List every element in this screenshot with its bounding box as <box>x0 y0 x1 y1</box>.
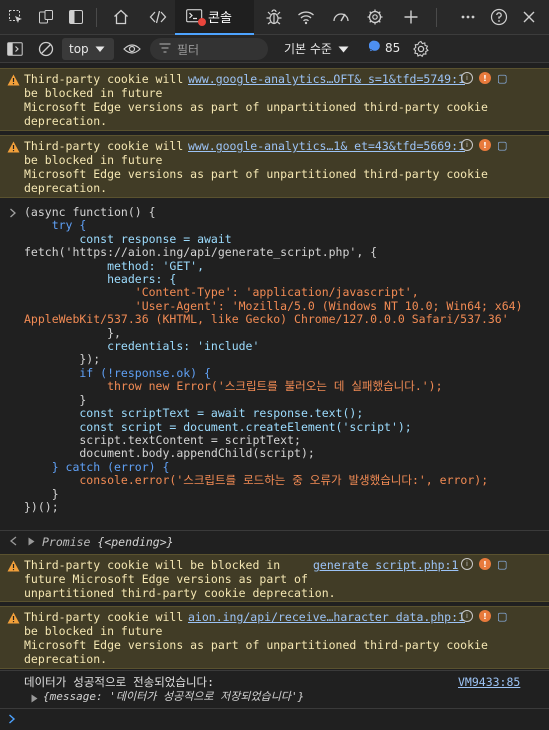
warning-message: Third-party cookie will be blocked in fu… <box>24 558 336 600</box>
reveal-issue-icon[interactable]: i <box>461 558 473 570</box>
log-source-link[interactable]: VM9433:85 <box>458 675 520 689</box>
reveal-issue-icon[interactable]: i <box>461 139 473 151</box>
welcome-home-icon[interactable] <box>111 7 131 27</box>
issues-count: 85 <box>385 40 401 55</box>
console-warning: Third-party cookie will be blocked in fu… <box>0 606 549 669</box>
warning-triangle-icon <box>7 612 20 625</box>
expand-triangle-icon[interactable] <box>31 692 38 706</box>
help-icon[interactable] <box>489 7 509 27</box>
reveal-issue-icon[interactable]: i <box>461 610 473 622</box>
console-icon <box>186 9 206 26</box>
copilot-explain-icon[interactable]: ▢ <box>497 139 509 152</box>
console-output: Third-party cookie will be blocked in fu… <box>0 63 549 730</box>
more-options-icon[interactable] <box>458 7 478 27</box>
chevron-right-icon[interactable] <box>9 207 17 221</box>
result-arrow-icon <box>8 535 18 549</box>
warning-triangle-icon <box>7 560 20 573</box>
elements-code-icon[interactable] <box>148 7 168 27</box>
promise-label[interactable]: Promise {<pending>} <box>42 535 174 549</box>
context-selector-value: top <box>69 42 89 56</box>
close-devtools-icon[interactable] <box>519 7 539 27</box>
warning-triangle-icon <box>7 74 20 87</box>
performance-gauge-icon[interactable] <box>331 7 351 27</box>
ai-explain-icon[interactable]: ! <box>479 72 491 84</box>
tab-console[interactable]: 콘솔 <box>175 0 254 35</box>
console-settings-gear-icon[interactable] <box>411 39 431 59</box>
add-tab-plus-icon[interactable] <box>401 7 421 27</box>
warning-source-link[interactable]: generate script.php:1 <box>313 558 458 572</box>
issues-message-icon <box>368 40 381 55</box>
context-selector[interactable]: top <box>62 38 114 60</box>
code-block: (async function() { try { const response… <box>24 205 523 514</box>
log-level-label: 기본 수준 <box>284 42 332 56</box>
warning-actions: i ! ▢ <box>461 72 509 85</box>
ai-explain-icon[interactable]: ! <box>479 558 491 570</box>
warning-triangle-icon <box>7 141 20 154</box>
console-warning: Third-party cookie will be blocked in fu… <box>0 554 549 602</box>
inspect-element-icon[interactable] <box>6 7 26 27</box>
log-object[interactable]: {message: '데이터가 성공적으로 저장되었습니다'} <box>43 690 304 704</box>
warning-source-link[interactable]: aion.ing/api/receive…haracter data.php:1 <box>188 610 465 624</box>
warning-actions: i ! ▢ <box>461 610 509 623</box>
filter-placeholder: 필터 <box>177 42 200 57</box>
console-log-entry: 데이터가 성공적으로 전송되었습니다: VM9433:85 {message: … <box>0 670 549 707</box>
network-wifi-icon[interactable] <box>296 7 316 27</box>
toggle-sidebar-icon[interactable] <box>66 7 86 27</box>
console-prompt-chevron-icon[interactable] <box>8 713 16 727</box>
ai-explain-icon[interactable]: ! <box>479 610 491 622</box>
clear-console-icon[interactable] <box>36 39 56 59</box>
warning-source-link[interactable]: www.google-analytics…1& et=43&tfd=5669:1 <box>188 139 465 153</box>
chevron-down-icon <box>338 42 349 56</box>
console-warning: Third-party cookie will be blocked in fu… <box>0 135 549 198</box>
warning-source-link[interactable]: www.google-analytics…OFT& s=1&tfd=5749:1 <box>188 72 465 86</box>
chevron-down-icon <box>95 42 105 56</box>
reveal-issue-icon[interactable]: i <box>461 72 473 84</box>
issues-counter[interactable]: 85 <box>368 40 401 55</box>
console-input[interactable] <box>22 709 542 727</box>
copilot-explain-icon[interactable]: ▢ <box>497 72 509 85</box>
device-emulation-icon[interactable] <box>36 7 56 27</box>
show-sidebar-icon[interactable] <box>5 39 25 59</box>
console-result: Promise {<pending>} <box>0 530 549 552</box>
console-toolbar: top 필터 기본 수준 85 <box>0 35 549 63</box>
filter-icon <box>159 42 171 56</box>
warning-actions: i ! ▢ <box>461 558 509 571</box>
warning-actions: i ! ▢ <box>461 139 509 152</box>
expand-triangle-icon[interactable] <box>28 535 35 549</box>
copilot-explain-icon[interactable]: ▢ <box>497 558 509 571</box>
log-message: 데이터가 성공적으로 전송되었습니다: <box>24 675 215 689</box>
ai-explain-icon[interactable]: ! <box>479 139 491 151</box>
console-warning: Third-party cookie will be blocked in fu… <box>0 68 549 131</box>
filter-input[interactable]: 필터 <box>150 38 268 60</box>
console-input-echo: (async function() { try { const response… <box>0 203 549 530</box>
bug-icon[interactable] <box>264 7 284 27</box>
memory-chip-icon[interactable] <box>365 7 385 27</box>
live-expression-eye-icon[interactable] <box>122 39 142 59</box>
log-level-dropdown[interactable]: 기본 수준 <box>284 40 349 57</box>
copilot-explain-icon[interactable]: ▢ <box>497 610 509 623</box>
tab-console-label: 콘솔 <box>208 11 232 26</box>
devtools-tabbar: 콘솔 <box>0 0 549 35</box>
